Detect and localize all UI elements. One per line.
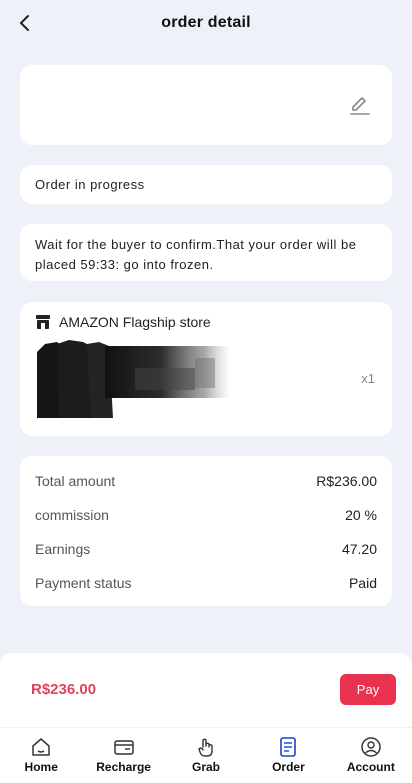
user-icon bbox=[361, 737, 381, 757]
summary-value: R$236.00 bbox=[316, 473, 377, 489]
summary-row-earnings: Earnings 47.20 bbox=[35, 532, 377, 566]
summary-row-commission: commission 20 % bbox=[35, 498, 377, 532]
pencil-icon bbox=[350, 97, 370, 115]
tab-label: Grab bbox=[192, 760, 221, 774]
order-summary-card: Total amount R$236.00 commission 20 % Ea… bbox=[20, 456, 392, 606]
summary-label: Earnings bbox=[35, 541, 91, 557]
address-card bbox=[20, 65, 392, 145]
tab-recharge[interactable]: Recharge bbox=[82, 728, 164, 783]
header: order detail bbox=[0, 0, 412, 46]
back-arrow-icon bbox=[20, 15, 29, 31]
summary-value: 20 % bbox=[345, 507, 377, 523]
pay-bar: R$236.00 Pay bbox=[0, 653, 412, 727]
bottom-tab-bar: Home Recharge Grab Order Account bbox=[0, 727, 412, 783]
notice-text: Wait for the buyer to confirm.That your … bbox=[35, 237, 357, 272]
back-button[interactable] bbox=[12, 10, 38, 36]
document-icon bbox=[280, 737, 297, 757]
summary-value: Paid bbox=[348, 575, 377, 591]
edit-address-button[interactable] bbox=[348, 93, 372, 117]
pay-button[interactable]: Pay bbox=[340, 674, 396, 705]
store-row: AMAZON Flagship store bbox=[35, 314, 211, 330]
tab-account[interactable]: Account bbox=[330, 728, 412, 783]
notice-card: Wait for the buyer to confirm.That your … bbox=[20, 224, 392, 281]
summary-label: Payment status bbox=[35, 575, 132, 591]
home-icon bbox=[32, 738, 50, 756]
store-icon bbox=[36, 315, 50, 329]
tab-label: Order bbox=[272, 760, 305, 774]
product-image[interactable] bbox=[35, 338, 235, 422]
summary-row-payment-status: Payment status Paid bbox=[35, 566, 377, 600]
tab-order[interactable]: Order bbox=[247, 728, 329, 783]
summary-label: commission bbox=[35, 507, 109, 523]
summary-row-total: Total amount R$236.00 bbox=[35, 464, 377, 498]
order-status-card: Order in progress bbox=[20, 165, 392, 204]
quantity-label: x1 bbox=[361, 371, 375, 386]
hand-icon bbox=[198, 738, 213, 757]
tab-home[interactable]: Home bbox=[0, 728, 82, 783]
summary-label: Total amount bbox=[35, 473, 116, 489]
tab-label: Account bbox=[346, 760, 395, 774]
pay-amount: R$236.00 bbox=[31, 681, 97, 698]
tab-label: Recharge bbox=[96, 760, 151, 774]
tab-grab[interactable]: Grab bbox=[165, 728, 247, 783]
product-card: AMAZON Flagship store x1 bbox=[20, 302, 392, 436]
wallet-icon bbox=[113, 740, 134, 755]
summary-value: 47.20 bbox=[341, 541, 377, 557]
page-title: order detail bbox=[161, 14, 251, 31]
order-status-text: Order in progress bbox=[35, 177, 145, 192]
store-name: AMAZON Flagship store bbox=[59, 314, 211, 330]
tab-label: Home bbox=[24, 760, 58, 774]
